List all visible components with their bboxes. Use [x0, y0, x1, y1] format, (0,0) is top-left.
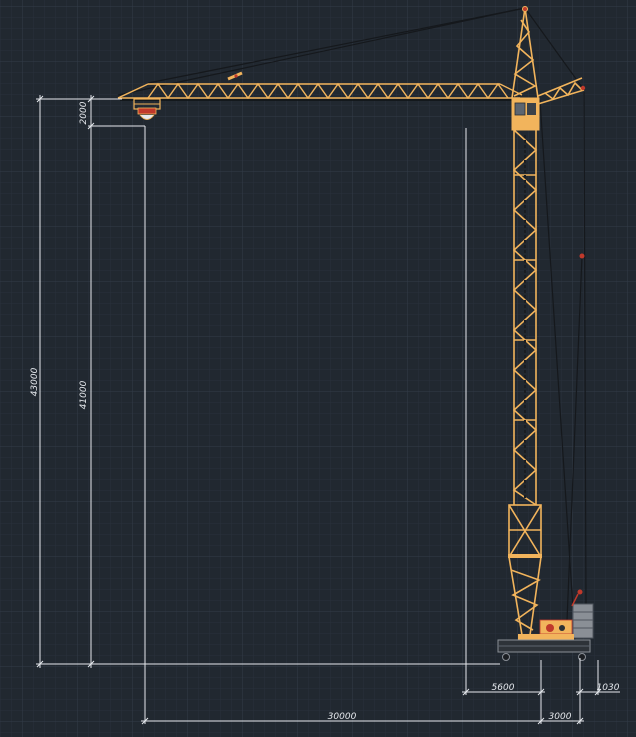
- apex-pin: [522, 6, 528, 12]
- dim-hook-height: 41000: [79, 380, 89, 409]
- slewing-cab: [511, 97, 540, 131]
- counter-jib-pin: [580, 85, 586, 91]
- dim-base-width: 5600: [492, 683, 515, 693]
- dim-outrigger: 1030: [597, 683, 620, 693]
- dim-total-height: 43000: [30, 367, 40, 396]
- cad-drawing-canvas: 43000 41000 2000 5600 1030 30000 3000: [0, 0, 636, 737]
- dim-reach: 30000: [328, 712, 357, 722]
- dim-hook-offset: 2000: [79, 101, 89, 124]
- dim-counter-jib: 3000: [549, 712, 572, 722]
- base-section-plate: [508, 554, 542, 558]
